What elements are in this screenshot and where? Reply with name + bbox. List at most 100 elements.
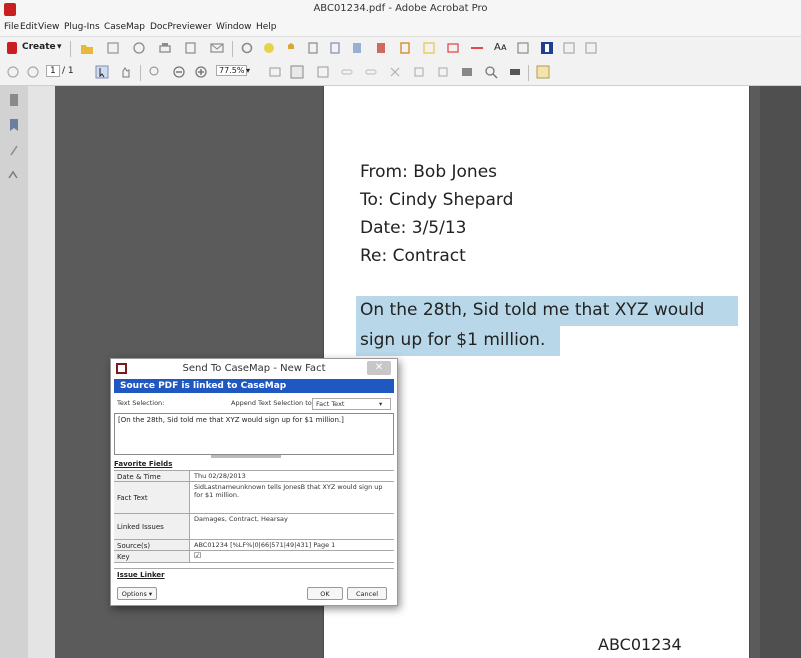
highlight-icon[interactable]	[422, 41, 436, 55]
append-to-select[interactable]: Fact Text ▾	[312, 398, 391, 410]
link-status-banner: Source PDF is linked to CaseMap	[114, 379, 394, 393]
menu-casemap[interactable]: CaseMap	[104, 22, 145, 32]
field-key: Linked Issues	[114, 514, 190, 540]
memo-from: From: Bob Jones	[360, 162, 498, 182]
menu-file[interactable]: File	[4, 22, 19, 32]
page-thumbnails-icon[interactable]	[7, 93, 21, 107]
append-to-label: Append Text Selection to:	[231, 399, 314, 407]
casemap-icon[interactable]	[540, 41, 554, 55]
save-icon[interactable]	[106, 41, 120, 55]
menu-docpreviewer[interactable]: DocPreviewer	[150, 22, 212, 32]
next-page-icon[interactable]	[26, 65, 40, 79]
field-key: Fact Text	[114, 482, 190, 514]
zoom-out-icon[interactable]	[172, 65, 186, 79]
create-icon[interactable]	[5, 41, 19, 55]
comment-icon[interactable]	[262, 41, 276, 55]
menu-view[interactable]: View	[38, 22, 59, 32]
memo-body-line[interactable]: On the 28th, Sid told me that XYZ would	[360, 300, 704, 320]
append-to-value: Fact Text	[316, 400, 345, 408]
dialog-title-bar: Send To CaseMap - New Fact ✕	[111, 359, 397, 379]
memo-date: Date: 3/5/13	[360, 218, 467, 238]
text-selection-label: Text Selection:	[117, 399, 165, 407]
viewport-right-margin	[760, 86, 801, 658]
field-row-key[interactable]: Key ☑	[114, 550, 394, 563]
window-title-bar: ABC01234.pdf - Adobe Acrobat Pro	[0, 0, 801, 20]
settings-icon[interactable]	[240, 41, 254, 55]
zoom-level-input[interactable]: 77.5%	[216, 65, 248, 76]
field-row-fact-text[interactable]: Fact Text SidLastnameunknown tells Jones…	[114, 481, 394, 514]
dialog-title: Send To CaseMap - New Fact	[182, 363, 326, 374]
create-button-label[interactable]: Create	[22, 42, 56, 52]
send-to-casemap-dialog: Send To CaseMap - New Fact ✕ Source PDF …	[110, 358, 398, 606]
main-toolbar: Create ▾ Aᴀ	[0, 36, 801, 62]
key-checkbox[interactable]: ☑	[191, 551, 394, 562]
share-icon[interactable]	[132, 41, 146, 55]
stamp-icon[interactable]	[284, 41, 298, 55]
export-icon[interactable]	[374, 41, 388, 55]
hand-tool-icon[interactable]	[119, 65, 133, 79]
read-mode-icon[interactable]	[316, 65, 330, 79]
navigation-toolbar: 1 / 1 77.5% ▾	[0, 61, 801, 86]
menu-plugins[interactable]: Plug-Ins	[64, 22, 100, 32]
combine-icon[interactable]	[350, 41, 364, 55]
snapshot-icon[interactable]	[460, 65, 474, 79]
attachments-icon[interactable]	[7, 143, 21, 157]
field-row-linked-issues[interactable]: Linked Issues Damages, Contract, Hearsay	[114, 513, 394, 540]
field-key: Key	[114, 551, 190, 562]
zoom-in-icon[interactable]	[194, 65, 208, 79]
edit-icon[interactable]	[184, 41, 198, 55]
options-button[interactable]: Options ▾	[117, 587, 157, 600]
touch-mode-icon[interactable]	[536, 65, 550, 79]
close-button[interactable]: ✕	[367, 361, 391, 375]
favorite-fields-header: Favorite Fields	[114, 460, 173, 468]
menu-help[interactable]: Help	[256, 22, 277, 32]
memo-re: Re: Contract	[360, 246, 466, 266]
bates-number: ABC01234	[598, 635, 682, 654]
splitter-handle[interactable]	[211, 455, 281, 458]
fit-width-icon[interactable]	[268, 65, 282, 79]
unlink-icon[interactable]	[364, 65, 378, 79]
window-title: ABC01234.pdf - Adobe Acrobat Pro	[313, 3, 488, 14]
page-total: / 1	[62, 66, 74, 76]
find-icon[interactable]	[484, 65, 498, 79]
cut-icon[interactable]	[388, 65, 402, 79]
rectangle-icon[interactable]	[446, 41, 460, 55]
more-icon[interactable]	[584, 41, 598, 55]
redact-icon[interactable]	[562, 41, 576, 55]
selected-text-area[interactable]: [On the 28th, Sid told me that XYZ would…	[114, 413, 394, 455]
line-icon[interactable]	[470, 41, 484, 55]
toolbar-separator	[528, 65, 529, 81]
zoom-marquee-icon[interactable]	[148, 65, 162, 79]
field-value[interactable]: SidLastnameunknown tells JonesB that XYZ…	[191, 482, 394, 514]
copy-icon[interactable]	[412, 65, 426, 79]
pages-icon[interactable]	[328, 41, 342, 55]
text-size-icon[interactable]: Aᴀ	[494, 42, 507, 53]
attach-icon[interactable]	[306, 41, 320, 55]
field-value[interactable]: Damages, Contract, Hearsay	[191, 514, 394, 540]
bookmarks-icon[interactable]	[7, 118, 21, 132]
open-folder-icon[interactable]	[80, 41, 94, 55]
menu-edit[interactable]: Edit	[20, 22, 37, 32]
select-tool-icon[interactable]	[95, 65, 109, 79]
link-icon[interactable]	[340, 65, 354, 79]
sign-icon[interactable]	[398, 41, 412, 55]
typewriter-icon[interactable]	[516, 41, 530, 55]
toolbar-separator	[70, 41, 71, 57]
print-icon[interactable]	[158, 41, 172, 55]
chevron-down-icon: ▾	[379, 400, 383, 408]
memo-to: To: Cindy Shepard	[360, 190, 514, 210]
cancel-button[interactable]: Cancel	[347, 587, 387, 600]
create-dropdown-icon[interactable]: ▾	[57, 42, 62, 52]
signatures-icon[interactable]	[7, 168, 21, 182]
menu-window[interactable]: Window	[216, 22, 252, 32]
fit-page-icon[interactable]	[290, 65, 304, 79]
advanced-search-icon[interactable]	[508, 65, 522, 79]
memo-body-line[interactable]: sign up for $1 million.	[360, 330, 545, 350]
zoom-dropdown-icon[interactable]: ▾	[246, 66, 250, 75]
left-navigation-pane	[0, 86, 55, 658]
ok-button[interactable]: OK	[307, 587, 343, 600]
page-number-input[interactable]: 1	[46, 65, 60, 77]
email-icon[interactable]	[210, 41, 224, 55]
previous-page-icon[interactable]	[6, 65, 20, 79]
paste-icon[interactable]	[436, 65, 450, 79]
